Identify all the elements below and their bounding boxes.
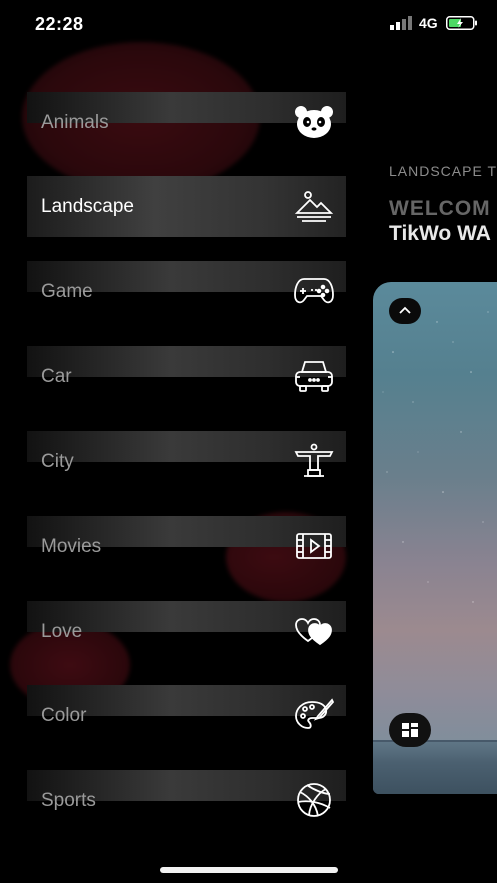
welcome-heading: WELCOM bbox=[389, 197, 491, 220]
status-bar: 22:28 4G bbox=[0, 0, 497, 50]
network-type: 4G bbox=[419, 15, 438, 31]
chevron-up-icon bbox=[399, 306, 411, 314]
menu-item-label: City bbox=[41, 451, 74, 472]
menu-item-label: Game bbox=[41, 281, 93, 302]
menu-item-label: Landscape bbox=[41, 196, 134, 217]
battery-icon bbox=[446, 16, 477, 30]
menu-item-sports[interactable]: Sports bbox=[27, 770, 346, 831]
menu-item-city[interactable]: City bbox=[27, 431, 346, 492]
grid-view-button[interactable] bbox=[389, 713, 431, 747]
gamepad-icon bbox=[294, 278, 334, 304]
brand-name: TikWo WA bbox=[389, 222, 491, 245]
wallpaper-preview-card[interactable] bbox=[373, 282, 497, 794]
menu-item-color[interactable]: Color bbox=[27, 685, 346, 746]
signal-icon bbox=[390, 16, 412, 30]
menu-item-label: Sports bbox=[41, 790, 96, 811]
grid-icon bbox=[402, 723, 418, 737]
collapse-button[interactable] bbox=[389, 298, 421, 324]
menu-item-label: Love bbox=[41, 621, 83, 642]
status-time: 22:28 bbox=[35, 14, 84, 34]
menu-item-movies[interactable]: Movies bbox=[27, 516, 346, 577]
menu-item-landscape[interactable]: Landscape bbox=[27, 176, 346, 237]
monument-icon bbox=[294, 443, 334, 477]
palette-icon bbox=[295, 698, 334, 729]
panda-icon bbox=[295, 106, 333, 138]
menu-item-love[interactable]: Love bbox=[27, 601, 346, 662]
film-icon bbox=[296, 533, 332, 559]
sea bbox=[373, 742, 497, 794]
hearts-icon bbox=[295, 618, 332, 646]
menu-item-animals[interactable]: Animals bbox=[27, 92, 346, 153]
menu-item-label: Animals bbox=[41, 112, 109, 133]
car-icon bbox=[295, 361, 333, 392]
menu-item-label: Color bbox=[41, 705, 87, 726]
menu-item-game[interactable]: Game bbox=[27, 261, 346, 322]
home-indicator[interactable] bbox=[160, 867, 338, 873]
section-tag: LANDSCAPE T bbox=[389, 163, 497, 179]
mountain-icon bbox=[294, 191, 334, 222]
menu-item-car[interactable]: Car bbox=[27, 346, 346, 407]
basketball-icon bbox=[297, 783, 331, 817]
menu-item-label: Movies bbox=[41, 536, 102, 557]
menu-item-label: Car bbox=[41, 366, 72, 387]
